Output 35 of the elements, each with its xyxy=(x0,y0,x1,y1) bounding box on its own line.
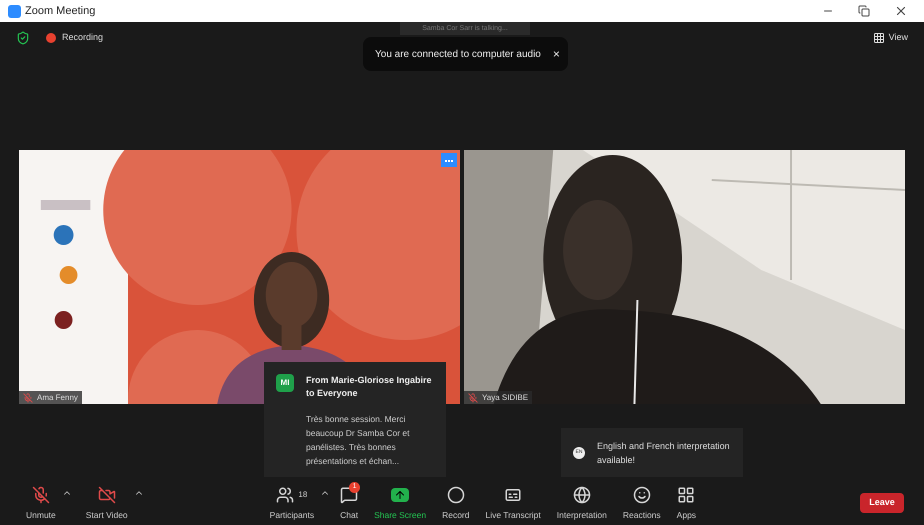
close-button[interactable]: × xyxy=(552,45,560,63)
view-button[interactable]: View xyxy=(872,31,908,45)
recording-label: Recording xyxy=(62,31,104,44)
smiley-icon xyxy=(632,486,651,504)
participant-count: 18 xyxy=(298,488,308,501)
chat-toast[interactable]: MI From Marie-Gloriose Ingabire to Everyone Très bonne session. Merci beaucoup Dr Samba Cor et panélistes. Très bonnes présentations et échan... xyxy=(264,362,446,477)
record-button[interactable]: Record xyxy=(436,484,476,522)
participant-name: Yaya SIDIBE xyxy=(482,392,528,404)
toast-text: You are connected to computer audio xyxy=(375,48,541,62)
interpretation-button[interactable]: Interpretation xyxy=(550,484,613,522)
chat-title: From Marie-Gloriose Ingabire to Everyone xyxy=(306,374,433,400)
apps-icon xyxy=(677,486,696,504)
interpretation-text: English and French interpretation available! xyxy=(597,440,731,466)
shield-icon[interactable] xyxy=(16,31,30,45)
app-icon xyxy=(8,4,21,18)
apps-button[interactable]: Apps xyxy=(670,484,702,522)
mic-button[interactable]: Unmute xyxy=(20,484,62,522)
share-button[interactable]: Share Screen xyxy=(368,484,432,522)
leave-button[interactable]: Leave xyxy=(860,493,904,513)
window-title: Zoom Meeting xyxy=(25,4,96,19)
transcript-button[interactable]: Live Transcript xyxy=(479,484,547,522)
reactions-button[interactable]: Reactions xyxy=(616,484,667,522)
people-icon xyxy=(276,486,294,504)
restore-icon[interactable] xyxy=(858,5,870,17)
globe-icon xyxy=(572,486,591,504)
close-icon[interactable] xyxy=(894,4,908,18)
grid-icon xyxy=(872,32,885,44)
share-screen-icon xyxy=(391,488,410,502)
chat-message: Très bonne session. Merci beaucoup Dr Samba Cor et panélistes. Très bonnes présentations et échan... xyxy=(305,413,410,468)
participant-name: Ama Fenny xyxy=(37,392,78,404)
record-icon xyxy=(446,486,465,504)
video-button[interactable]: Start Video xyxy=(80,484,134,522)
more-button[interactable] xyxy=(441,153,457,167)
avatar-initials: MI xyxy=(276,374,294,392)
participants-button[interactable]: 18 Participants xyxy=(264,484,320,522)
